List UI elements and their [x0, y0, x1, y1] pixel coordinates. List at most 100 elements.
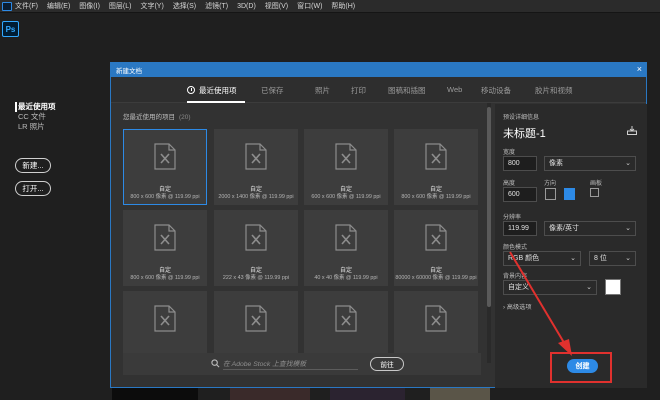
thumbnail	[230, 388, 310, 400]
tab-recent[interactable]: 最近使用项	[187, 85, 237, 96]
category-tabs: 最近使用项 已保存 照片 打印 图稿和插图 Web 移动设备 胶片和视频	[111, 77, 646, 103]
artboard-label: 画板	[590, 181, 603, 187]
document-icon	[154, 305, 176, 332]
scrollbar-thumb[interactable]	[487, 107, 491, 307]
active-indicator	[15, 102, 17, 112]
bit-depth-select[interactable]: 8 位 ⌄	[589, 251, 636, 266]
document-icon	[425, 305, 447, 332]
menu-type[interactable]: 文字(Y)	[140, 1, 163, 11]
advanced-options-toggle[interactable]: › 高级选项	[503, 302, 532, 311]
preset-card[interactable]: 自定 2000 x 1400 像素 @ 119.99 ppi	[214, 129, 298, 205]
menu-help[interactable]: 帮助(H)	[331, 1, 355, 11]
menu-window[interactable]: 窗口(W)	[297, 1, 322, 11]
document-name-field[interactable]: 未标题-1	[503, 125, 546, 141]
preset-card[interactable]: 自定 800 x 600 像素 @ 119.99 ppi	[123, 129, 207, 205]
menu-select[interactable]: 选择(S)	[173, 1, 196, 11]
stock-search-bar: 在 Adobe Stock 上查找模板 前往	[123, 353, 481, 375]
height-label: 高度	[503, 181, 516, 187]
home-nav-cc-files[interactable]: CC 文件	[18, 112, 56, 122]
go-button[interactable]: 前往	[370, 357, 404, 371]
thumbnail	[330, 388, 405, 400]
new-document-dialog: 新建文档 × 最近使用项 已保存 照片 打印 图稿和插图 Web 移动设备 胶片…	[110, 62, 647, 388]
stock-search-input[interactable]: 在 Adobe Stock 上查找模板	[223, 358, 358, 370]
close-icon[interactable]: ×	[637, 64, 642, 74]
search-icon	[211, 359, 220, 368]
menu-image[interactable]: 图像(I)	[79, 1, 100, 11]
preset-card-size: 2000 x 1400 像素 @ 119.99 ppi	[218, 194, 294, 200]
clock-icon	[187, 86, 195, 94]
menu-filter[interactable]: 滤镜(T)	[205, 1, 228, 11]
width-input[interactable]: 800	[503, 156, 537, 171]
recent-heading: 您最近使用的项目 (20)	[123, 114, 191, 121]
color-mode-select[interactable]: RGB 颜色 ⌄	[503, 251, 581, 266]
preset-section-label: 预设详细信息	[503, 115, 540, 121]
preset-card[interactable]: 自定 80000 x 60000 像素 @ 119.99 ppi	[394, 210, 478, 286]
preset-card[interactable]: 自定 222 x 43 像素 @ 119.99 ppi	[214, 210, 298, 286]
document-icon	[335, 224, 357, 251]
menu-layer[interactable]: 图层(L)	[109, 1, 132, 11]
menu-edit[interactable]: 编辑(E)	[47, 1, 70, 11]
menu-3d[interactable]: 3D(D)	[237, 3, 256, 10]
orientation-label: 方向	[544, 181, 557, 187]
tab-saved[interactable]: 已保存	[261, 85, 284, 96]
width-label: 宽度	[503, 150, 516, 156]
preset-card-size: 800 x 600 像素 @ 119.99 ppi	[401, 194, 471, 200]
thumbnail	[112, 388, 198, 400]
preset-card-size: 80000 x 60000 像素 @ 119.99 ppi	[395, 275, 477, 281]
photoshop-logo: Ps	[2, 21, 19, 37]
preset-card-size: 800 x 600 像素 @ 119.99 ppi	[130, 194, 200, 200]
home-nav-lr-photos[interactable]: LR 照片	[18, 122, 56, 132]
dialog-titlebar: 新建文档 ×	[111, 63, 646, 77]
document-icon	[425, 143, 447, 170]
document-icon	[245, 305, 267, 332]
menu-view[interactable]: 视图(V)	[265, 1, 288, 11]
menu-file[interactable]: 文件(F)	[15, 1, 38, 11]
preset-details-panel: 预设详细信息 未标题-1 宽度 800 像素 ⌄ 高度 600 方向 画板 分辨率…	[495, 104, 647, 388]
dialog-title: 新建文档	[116, 68, 142, 75]
home-nav-recent[interactable]: 最近使用项	[18, 102, 56, 112]
document-icon	[335, 305, 357, 332]
artboard-checkbox[interactable]	[590, 188, 599, 197]
new-button[interactable]: 新建...	[15, 158, 51, 173]
document-icon	[335, 143, 357, 170]
thumbnail	[430, 388, 490, 400]
create-button[interactable]: 创建	[567, 359, 598, 373]
tab-web[interactable]: Web	[447, 85, 462, 94]
document-icon	[245, 224, 267, 251]
tab-art-illustration[interactable]: 图稿和插图	[388, 85, 426, 96]
ps-app-icon[interactable]	[2, 1, 12, 11]
preset-card[interactable]: 自定 600 x 600 像素 @ 119.99 ppi	[304, 129, 388, 205]
preset-card-size: 800 x 600 像素 @ 119.99 ppi	[130, 275, 200, 281]
document-icon	[425, 224, 447, 251]
preset-card-size: 222 x 43 像素 @ 119.99 ppi	[222, 275, 290, 281]
height-input[interactable]: 600	[503, 187, 537, 202]
preset-card-size: 40 x 40 像素 @ 119.99 ppi	[314, 275, 378, 281]
landscape-orientation-icon[interactable]	[564, 188, 575, 200]
resolution-unit-select[interactable]: 像素/英寸 ⌄	[544, 221, 636, 236]
tab-film-video[interactable]: 胶片和视频	[535, 85, 573, 96]
scrollbar[interactable]	[487, 103, 491, 363]
resolution-input[interactable]: 119.99	[503, 221, 537, 236]
tab-photo[interactable]: 照片	[315, 85, 330, 96]
preset-card[interactable]: 自定 800 x 600 像素 @ 119.99 ppi	[123, 210, 207, 286]
resolution-label: 分辨率	[503, 215, 522, 221]
width-unit-select[interactable]: 像素 ⌄	[544, 156, 636, 171]
save-preset-icon[interactable]	[627, 126, 637, 135]
portrait-orientation-icon[interactable]	[545, 188, 556, 200]
menu-bar: 文件(F) 编辑(E) 图像(I) 图层(L) 文字(Y) 选择(S) 滤镜(T…	[0, 0, 660, 13]
preset-card[interactable]: 自定 40 x 40 像素 @ 119.99 ppi	[304, 210, 388, 286]
preset-card[interactable]: 自定 800 x 600 像素 @ 119.99 ppi	[394, 129, 478, 205]
color-mode-label: 颜色模式	[503, 245, 528, 251]
active-tab-underline	[187, 101, 245, 103]
tab-print[interactable]: 打印	[351, 85, 366, 96]
document-icon	[245, 143, 267, 170]
background-color-swatch[interactable]	[605, 279, 621, 295]
home-nav: 最近使用项 CC 文件 LR 照片	[15, 102, 56, 132]
open-button[interactable]: 打开...	[15, 181, 51, 196]
preset-card-size: 600 x 600 像素 @ 119.99 ppi	[311, 194, 381, 200]
document-icon	[154, 224, 176, 251]
tab-mobile[interactable]: 移动设备	[481, 85, 511, 96]
background-label: 背景内容	[503, 274, 528, 280]
document-icon	[154, 143, 176, 170]
background-select[interactable]: 自定义 ⌄	[503, 280, 597, 295]
